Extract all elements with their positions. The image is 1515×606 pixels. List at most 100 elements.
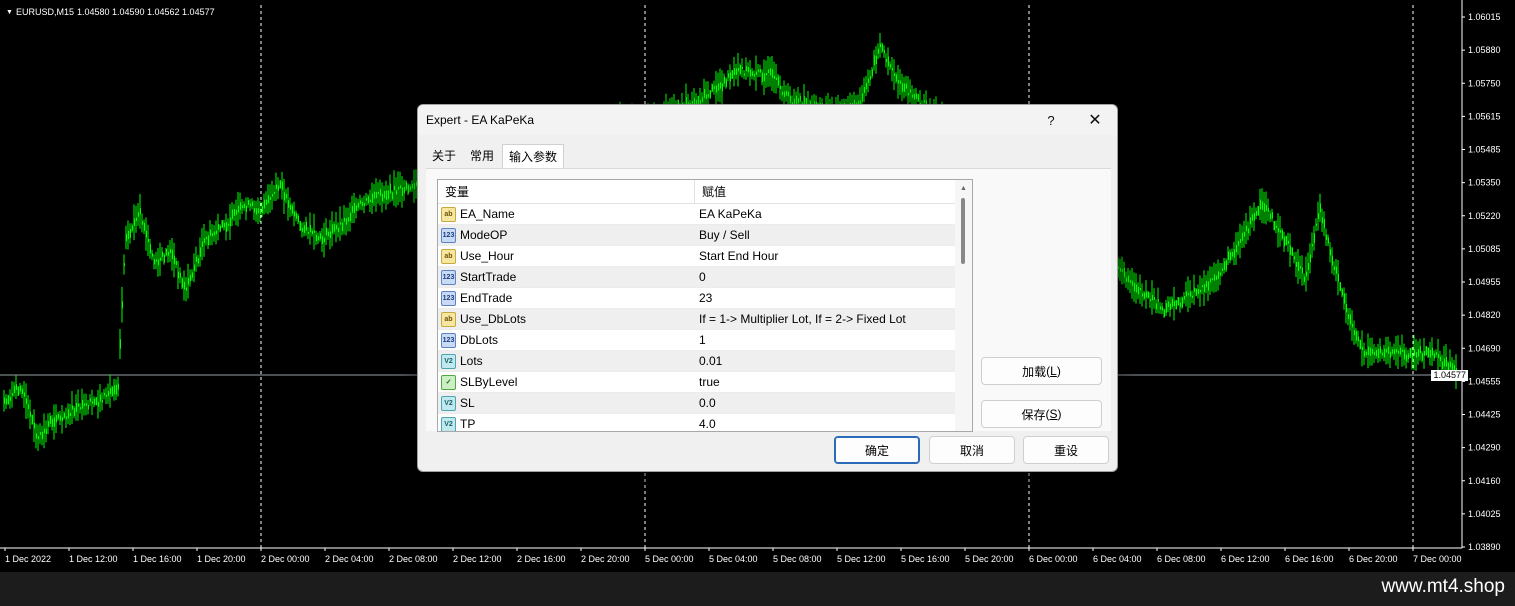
inputs-grid: 变量 赋值 ab EA_Name EA KaPeKa 123 ModeOP Buy / S…	[437, 179, 973, 432]
tab-common[interactable]: 常用	[464, 144, 500, 168]
load-button-key: L	[1050, 364, 1057, 378]
variable-name: StartTrade	[460, 270, 517, 284]
candle-body	[1197, 289, 1199, 295]
candle-body	[1393, 349, 1395, 355]
candle-body	[1407, 353, 1409, 360]
candle-body	[725, 79, 727, 87]
column-header-value[interactable]: 赋值	[695, 180, 726, 204]
candle-body	[1305, 271, 1307, 277]
value-cell[interactable]: 0.0	[695, 396, 716, 410]
price-tick-label: 1.04290	[1468, 443, 1501, 453]
value-cell[interactable]: 0.01	[695, 354, 722, 368]
candle-body	[361, 201, 363, 207]
value-cell[interactable]: 4.0	[695, 417, 716, 431]
candle-body	[1215, 275, 1217, 280]
candle-body	[199, 247, 201, 257]
load-button[interactable]: 加载(L)	[981, 357, 1102, 385]
candle-body	[15, 384, 17, 391]
table-row[interactable]: 123 ModeOP Buy / Sell	[438, 225, 956, 246]
candle-body	[3, 397, 5, 404]
grid-scrollbar[interactable]: ▲	[955, 180, 972, 431]
candle-body	[239, 202, 241, 210]
help-button[interactable]: ?	[1030, 105, 1072, 135]
tab-inputs[interactable]: 输入参数	[502, 144, 565, 169]
table-row[interactable]: ab EA_Name EA KaPeKa	[438, 204, 956, 225]
candle-body	[721, 83, 723, 92]
str-type-icon: ab	[441, 248, 456, 264]
variable-cell: ✓ SLByLevel	[438, 372, 695, 393]
close-icon[interactable]: ✕	[1074, 105, 1116, 135]
table-row[interactable]: 123 StartTrade 0	[438, 267, 956, 288]
table-row[interactable]: ab Use_Hour Start End Hour	[438, 246, 956, 267]
ok-button[interactable]: 确定	[834, 436, 920, 464]
table-row[interactable]: 123 EndTrade 23	[438, 288, 956, 309]
column-header-variable[interactable]: 变量	[438, 180, 695, 204]
candle-body	[1345, 303, 1347, 313]
candle-body	[77, 403, 79, 407]
scroll-up-arrow-icon[interactable]: ▲	[955, 180, 972, 197]
candle-body	[213, 231, 215, 236]
candle-body	[51, 418, 53, 427]
dialog-titlebar[interactable]: Expert - EA KaPeKa ? ✕	[418, 105, 1117, 135]
candle-body	[733, 68, 735, 75]
cancel-button[interactable]: 取消	[929, 436, 1015, 464]
table-row[interactable]: ab Use_DbLots If = 1-> Multiplier Lot, If …	[438, 309, 956, 330]
candle-body	[877, 48, 879, 54]
value-cell[interactable]: If = 1-> Multiplier Lot, If = 2-> Fixed …	[695, 312, 906, 326]
candle-body	[333, 224, 335, 232]
price-tick-label: 1.05350	[1468, 178, 1501, 188]
variable-name: EndTrade	[460, 291, 513, 305]
variable-name: EA_Name	[460, 207, 515, 221]
price-tick-label: 1.05880	[1468, 45, 1501, 55]
candle-body	[23, 392, 25, 397]
candle-body	[303, 225, 305, 233]
table-row[interactable]: ✓ SLByLevel true	[438, 372, 956, 393]
candle-body	[1187, 293, 1189, 296]
candle-body	[1143, 292, 1145, 299]
candle-body	[233, 209, 235, 216]
candle-body	[17, 386, 19, 396]
value-cell[interactable]: EA KaPeKa	[695, 207, 762, 221]
candle-body	[1451, 363, 1453, 370]
table-row[interactable]: V2 SL 0.0	[438, 393, 956, 414]
candle-body	[257, 208, 259, 214]
time-tick-label: 2 Dec 12:00	[453, 554, 502, 564]
candle-body	[1341, 289, 1343, 296]
value-cell[interactable]: Start End Hour	[695, 249, 778, 263]
candle-body	[1227, 251, 1229, 260]
collapse-triangle-icon[interactable]: ▼	[6, 9, 13, 16]
candle-body	[1439, 356, 1441, 362]
value-cell[interactable]: 23	[695, 291, 712, 305]
candle-body	[41, 431, 43, 440]
scroll-thumb[interactable]	[961, 198, 965, 264]
save-button[interactable]: 保存(S)	[981, 400, 1102, 428]
candle-body	[1301, 267, 1303, 274]
candle-body	[1311, 244, 1313, 247]
candle-body	[9, 396, 11, 402]
value-cell[interactable]: 0	[695, 270, 706, 284]
table-row[interactable]: 123 DbLots 1	[438, 330, 956, 351]
value-cell[interactable]: true	[695, 375, 720, 389]
candle-body	[111, 386, 113, 396]
candle-body	[1411, 355, 1413, 362]
candle-body	[1449, 361, 1451, 368]
table-row[interactable]: V2 TP 4.0	[438, 414, 956, 431]
candle-body	[39, 432, 41, 435]
table-row[interactable]: V2 Lots 0.01	[438, 351, 956, 372]
candle-body	[387, 190, 389, 200]
candle-body	[1337, 273, 1339, 282]
reset-button[interactable]: 重设	[1023, 436, 1109, 464]
candle-body	[1139, 288, 1141, 291]
candle-body	[1193, 287, 1195, 292]
candle-body	[1373, 351, 1375, 356]
candle-body	[237, 205, 239, 213]
candle-body	[89, 398, 91, 402]
tab-about[interactable]: 关于	[426, 144, 462, 168]
price-tick-label: 1.05085	[1468, 244, 1501, 254]
candle-body	[117, 383, 119, 390]
value-cell[interactable]: 1	[695, 333, 706, 347]
ohlc-values: 1.04580 1.04590 1.04562 1.04577	[76, 7, 215, 17]
value-cell[interactable]: Buy / Sell	[695, 228, 750, 242]
candle-body	[235, 209, 237, 215]
save-button-label: 保存	[1021, 407, 1046, 422]
